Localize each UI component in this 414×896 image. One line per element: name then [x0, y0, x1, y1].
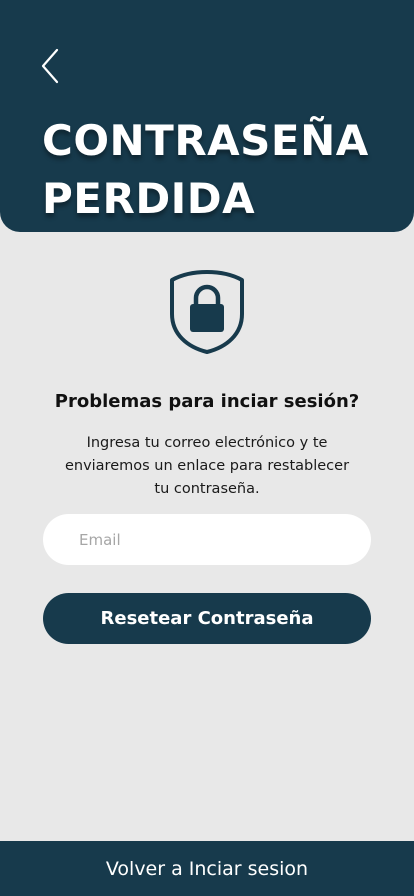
instructions-text: Ingresa tu correo electrónico y te envia… [64, 435, 350, 497]
page-title-line-2: PERDIDA [42, 174, 256, 223]
chevron-left-icon[interactable] [34, 44, 68, 88]
page-title-line-1: CONTRASEÑA [42, 116, 369, 165]
back-to-login-label: Volver a Inciar sesion [105, 857, 309, 880]
shield-lock-icon [170, 270, 244, 354]
page-title: CONTRASEÑA PERDIDA [42, 112, 402, 228]
header: CONTRASEÑA PERDIDA [0, 0, 414, 232]
section-heading: Problemas para inciar sesión? [54, 391, 360, 412]
email-field[interactable] [43, 514, 371, 565]
back-to-login-link[interactable]: Volver a Inciar sesion [0, 841, 414, 896]
reset-password-button[interactable]: Resetear Contraseña [43, 593, 371, 644]
